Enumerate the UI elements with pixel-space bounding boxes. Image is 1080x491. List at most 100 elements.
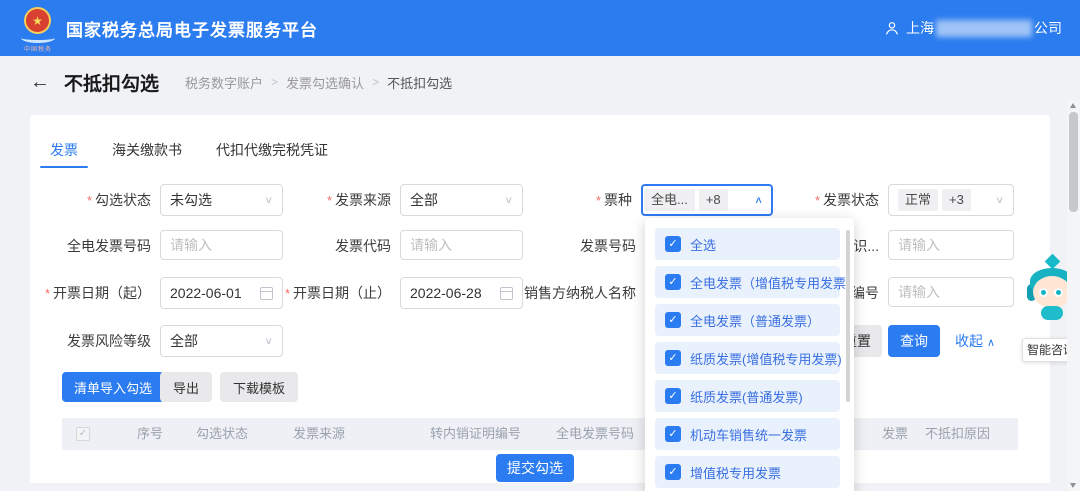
page-title: 不抵扣勾选 [64,69,159,96]
collapse-link[interactable]: 收起∧ [955,325,995,357]
dropdown-option[interactable]: ✓ 机动车销售统一发票 [655,418,840,450]
col-seq: 序号 [137,418,163,450]
logo-swoosh [21,33,55,43]
invoice-source-value: 全部 [410,190,438,210]
taxpayer-id-input[interactable] [888,230,1014,260]
scrollbar-down-arrow-icon[interactable] [1070,483,1076,488]
digital-invoice-no-label: 全电发票号码 [67,230,151,262]
risk-level-value: 全部 [170,331,198,351]
invoice-status-multiselect[interactable]: 正常 +3 ∨ [888,184,1014,216]
dropdown-option-label: 全选 [690,235,716,254]
dropdown-option-label: 机动车销售统一发票 [690,425,807,444]
dropdown-option[interactable]: ✓ 纸质发票(普通发票) [655,380,840,412]
invoice-source-label: 发票来源 [327,184,391,217]
mascot-eye [1054,288,1063,297]
ticket-type-count-tag: +8 [699,189,728,211]
invoice-status-count-tag: +3 [942,189,971,211]
invoice-no-label: 发票号码 [580,230,636,262]
tax-bureau-logo-icon: ★ 中国税务 [18,5,58,51]
scrollbar-thumb[interactable] [1069,112,1078,212]
page-scrollbar[interactable] [1067,100,1080,491]
checkbox-checked-icon[interactable]: ✓ [665,312,681,328]
tab-invoice[interactable]: 发票 [50,140,78,167]
ticket-type-dropdown: ✓ 全选 ✓ 全电发票（增值税专用发票） ✓ 全电发票（普通发票） ✓ 纸质发票… [645,218,854,491]
tab-customs-payment[interactable]: 海关缴款书 [112,140,182,167]
logo-caption: 中国税务 [20,44,56,53]
date-start-value: 2022-06-01 [170,285,242,301]
breadcrumb-current: 不抵扣勾选 [387,73,452,92]
app-header: ★ 中国税务 国家税务总局电子发票服务平台 上海 公司 [0,0,1080,56]
breadcrumb-separator-icon: > [271,75,278,89]
screen: ★ 中国税务 国家税务总局电子发票服务平台 上海 公司 ← 不抵扣勾选 税务数字… [0,0,1080,491]
chevron-up-icon: ∧ [754,194,763,205]
checkbox-checked-icon[interactable]: ✓ [665,350,681,366]
tab-withholding-tax-certificate[interactable]: 代扣代缴完税凭证 [216,140,328,167]
page-header: ← 不抵扣勾选 税务数字账户 > 发票勾选确认 > 不抵扣勾选 [0,56,1080,108]
user-icon [884,20,900,36]
export-button[interactable]: 导出 [160,372,212,402]
digital-invoice-no-field: 全电发票号码 [160,230,283,262]
risk-level-select[interactable]: 全部 ∨ [160,325,283,357]
date-end-label: 开票日期（止） [285,277,391,310]
dropdown-option[interactable]: ✓ 全电发票（普通发票） [655,304,840,336]
ticket-type-tag: 全电... [644,189,695,211]
query-button[interactable]: 查询 [888,325,940,357]
select-all-checkbox[interactable]: ✓ [76,427,90,441]
import-checklist-button[interactable]: 清单导入勾选 [62,372,164,402]
check-status-value: 未勾选 [170,190,212,210]
check-status-field: 勾选状态 未勾选 ∨ [160,184,283,216]
dropdown-option-label: 纸质发票(增值税专用发票) [690,349,842,368]
back-arrow-icon[interactable]: ← [30,72,50,92]
breadcrumb-item[interactable]: 税务数字账户 [185,73,263,92]
dropdown-scrollbar[interactable] [846,230,850,402]
check-status-select[interactable]: 未勾选 ∨ [160,184,283,216]
mascot-body [1041,306,1063,320]
user-account[interactable]: 上海 公司 [884,18,1062,38]
mascot-eye [1039,288,1048,297]
taxpayer-id-label: 识... [853,230,879,262]
ticket-type-multiselect[interactable]: 全电... +8 ∧ [641,184,773,216]
chevron-down-icon: ∨ [264,335,273,346]
submit-check-button[interactable]: 提交勾选 [496,454,574,482]
invoice-code-label: 发票代码 [335,230,391,262]
breadcrumb-item[interactable]: 发票勾选确认 [286,73,364,92]
doc-no-input[interactable] [888,277,1014,307]
col-no-deduct-reason: 不抵扣原因 [925,418,990,450]
checkbox-checked-icon[interactable]: ✓ [665,426,681,442]
download-template-button[interactable]: 下载模板 [220,372,298,402]
scrollbar-up-arrow-icon[interactable] [1070,103,1076,108]
ticket-type-label: 票种 [596,184,632,217]
dropdown-option[interactable]: ✓ 全电发票（增值税专用发票） [655,266,840,298]
company-name-suffix: 公司 [1034,18,1062,38]
dropdown-option-select-all[interactable]: ✓ 全选 [655,228,840,260]
ticket-type-field: 票种 全电... +8 ∧ [641,184,773,216]
dropdown-option-label: 全电发票（增值税专用发票） [690,273,859,292]
checkbox-checked-icon[interactable]: ✓ [665,274,681,290]
invoice-code-input[interactable] [400,230,523,260]
company-name-prefix: 上海 [906,18,934,38]
checkbox-checked-icon[interactable]: ✓ [665,388,681,404]
dropdown-option[interactable]: ✓ 增值税专用发票 [655,456,840,488]
date-start-field: 开票日期（起） 2022-06-01 [160,277,283,309]
col-transfer-cert-no: 转内销证明编号 [430,418,521,450]
checkbox-checked-icon[interactable]: ✓ [665,464,681,480]
chevron-up-icon: ∧ [987,337,995,349]
table-header-row: ✓ 序号 勾选状态 发票来源 转内销证明编号 全电发票号码 发票 不抵扣原因 [62,418,1018,450]
dropdown-option[interactable]: ✓ 纸质发票(增值税专用发票) [655,342,840,374]
chevron-down-icon: ∨ [264,194,273,205]
calendar-icon [260,287,273,300]
col-check-status: 勾选状态 [196,418,248,450]
calendar-icon [500,287,513,300]
checkbox-checked-icon[interactable]: ✓ [665,236,681,252]
date-start-picker[interactable]: 2022-06-01 [160,277,283,309]
date-end-picker[interactable]: 2022-06-28 [400,277,523,309]
risk-level-label: 发票风险等级 [67,325,151,357]
breadcrumb-separator-icon: > [372,75,379,89]
dropdown-option-label: 纸质发票(普通发票) [690,387,803,406]
app-title: 国家税务总局电子发票服务平台 [66,16,318,41]
invoice-source-select[interactable]: 全部 ∨ [400,184,523,216]
digital-invoice-no-input[interactable] [160,230,283,260]
col-invoice-source: 发票来源 [293,418,345,450]
national-emblem-icon: ★ [24,7,51,34]
col-digital-invoice-no: 全电发票号码 [556,418,634,450]
